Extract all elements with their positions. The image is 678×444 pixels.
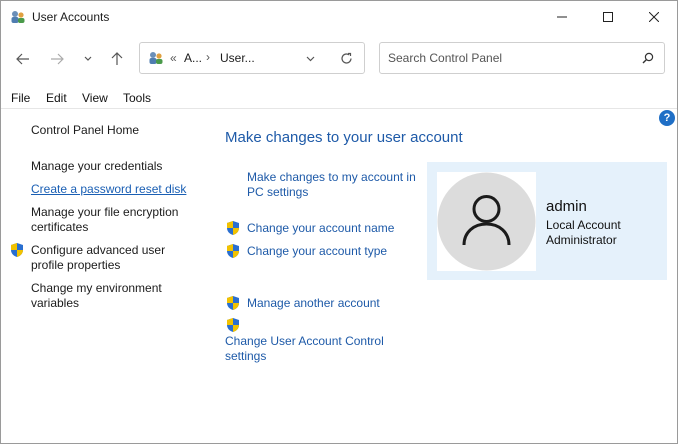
arrow-right-icon: [51, 53, 64, 65]
avatar: [437, 172, 536, 271]
page-title: Make changes to your user account: [225, 129, 463, 146]
search-icon[interactable]: [642, 52, 654, 64]
window-title: User Accounts: [32, 10, 110, 24]
breadcrumb-item-all[interactable]: A...: [184, 51, 202, 65]
menu-file[interactable]: File: [11, 91, 30, 105]
breadcrumb-overflow[interactable]: «: [170, 51, 177, 65]
uac-shield-icon: [227, 318, 239, 332]
forward-button[interactable]: [47, 47, 67, 71]
title-bar[interactable]: User Accounts: [1, 1, 677, 33]
uac-shield-icon: [227, 221, 239, 235]
manage-credentials-link[interactable]: Manage your credentials: [31, 159, 162, 174]
menu-bar: File Edit View Tools: [1, 89, 677, 109]
back-button[interactable]: [13, 47, 33, 71]
arrow-up-icon: [111, 52, 123, 65]
maximize-button[interactable]: [585, 1, 631, 33]
pc-settings-link[interactable]: Make changes to my account in PC setting…: [247, 170, 417, 200]
account-name: admin: [546, 198, 587, 215]
breadcrumb-item-user[interactable]: User...: [220, 51, 255, 65]
user-accounts-icon: [149, 52, 163, 64]
uac-shield-icon: [227, 296, 239, 310]
address-bar[interactable]: « A... › User...: [139, 42, 365, 74]
help-button[interactable]: ?: [659, 110, 675, 126]
chevron-down-icon[interactable]: [306, 56, 315, 62]
account-type: Local Account: [546, 218, 621, 232]
refresh-icon[interactable]: [340, 52, 353, 65]
environment-variables-link[interactable]: Change my environment variables: [31, 281, 181, 311]
change-account-type-link[interactable]: Change your account type: [247, 244, 387, 259]
uac-shield-icon: [227, 244, 239, 258]
change-account-name-link[interactable]: Change your account name: [247, 221, 394, 236]
close-icon: [649, 12, 659, 22]
minimize-icon: [557, 16, 567, 18]
menu-tools[interactable]: Tools: [123, 91, 151, 105]
password-reset-disk-link[interactable]: Create a password reset disk: [31, 182, 186, 197]
user-accounts-icon: [11, 11, 25, 23]
advanced-profile-properties-link[interactable]: Configure advanced user profile properti…: [31, 243, 181, 273]
chevron-down-icon: [84, 56, 92, 61]
recent-locations-button[interactable]: [81, 47, 95, 71]
user-avatar-icon: [437, 172, 536, 271]
menu-divider: [1, 108, 677, 109]
close-button[interactable]: [631, 1, 677, 33]
arrow-left-icon: [16, 53, 29, 65]
uac-settings-link[interactable]: Change User Account Control settings: [225, 334, 405, 364]
uac-shield-icon: [11, 243, 23, 257]
search-box[interactable]: [379, 42, 665, 74]
manage-another-account-link[interactable]: Manage another account: [247, 296, 380, 311]
user-accounts-window: User Accounts « A... › User... Search Co…: [0, 0, 678, 444]
up-button[interactable]: [107, 47, 127, 71]
menu-edit[interactable]: Edit: [46, 91, 67, 105]
menu-view[interactable]: View: [82, 91, 108, 105]
control-panel-home-link[interactable]: Control Panel Home: [31, 123, 139, 138]
minimize-button[interactable]: [539, 1, 585, 33]
search-input[interactable]: [388, 50, 628, 66]
file-encryption-link[interactable]: Manage your file encryption certificates: [31, 205, 191, 235]
breadcrumb-separator: ›: [206, 50, 210, 64]
account-role: Administrator: [546, 233, 617, 247]
maximize-icon: [603, 12, 613, 22]
